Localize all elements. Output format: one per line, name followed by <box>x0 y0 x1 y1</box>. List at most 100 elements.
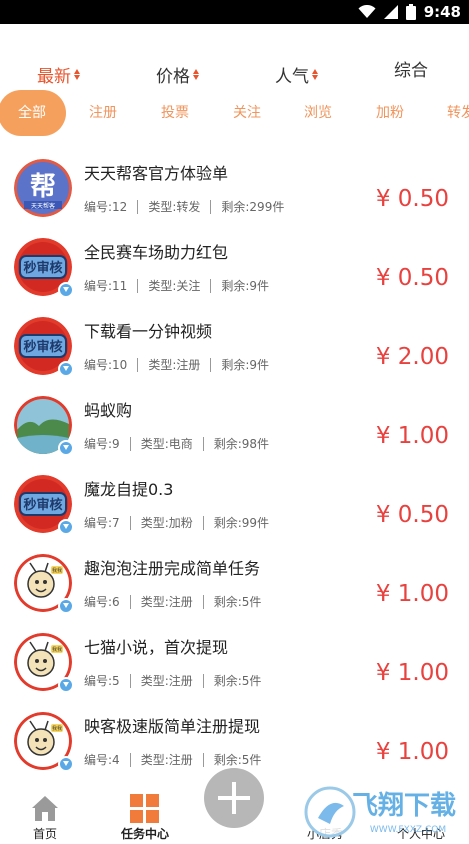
bang-logo-avatar: 帮天天帮客 <box>14 159 72 217</box>
task-type: 类型:注册 <box>140 753 193 767</box>
task-price: ¥ 0.50 <box>375 265 449 291</box>
task-remaining: 剩余:5件 <box>213 595 262 609</box>
task-meta: 编号:12 类型:转发 剩余:299件 <box>84 198 284 215</box>
task-meta: 编号:6 类型:注册 剩余:5件 <box>84 593 261 610</box>
bee-tag-text: 我我 <box>52 725 62 732</box>
nav-task-center[interactable]: 任务中心 <box>100 786 190 844</box>
task-price: ¥ 1.00 <box>375 660 449 686</box>
tab-add-fans[interactable]: 加粉 <box>375 90 405 136</box>
nav-home-label: 首页 <box>32 827 57 841</box>
bang-logo-subtext: 天天帮客 <box>31 202 55 210</box>
grid-icon <box>130 794 159 823</box>
task-id: 编号:10 <box>84 358 128 372</box>
miao-text: 秒审核 <box>23 497 62 513</box>
task-type: 类型:关注 <box>148 279 201 293</box>
wifi-icon <box>358 5 376 18</box>
task-meta: 编号:4 类型:注册 剩余:5件 <box>84 751 261 768</box>
sort-popularity[interactable]: 人气 <box>275 62 318 87</box>
tab-browse[interactable]: 浏览 <box>303 90 333 136</box>
watermark-text: 飞翔下载 <box>352 791 456 821</box>
task-row[interactable]: 我我 七猫小说，首次提现 编号:5 类型:注册 剩余:5件 ¥ 1.00 <box>0 620 469 699</box>
task-remaining: 剩余:5件 <box>213 753 262 767</box>
diamond-badge-icon <box>58 677 74 693</box>
sort-price[interactable]: 价格 <box>156 62 199 87</box>
sort-arrows-icon <box>74 69 80 80</box>
task-type: 类型:加粉 <box>140 516 193 530</box>
task-price: ¥ 1.00 <box>375 581 449 607</box>
site-watermark: 飞翔下载 WWW.FXXZ.COM <box>300 780 469 844</box>
task-title: 蚂蚁购 <box>84 401 133 420</box>
task-price: ¥ 2.00 <box>375 344 449 370</box>
task-row[interactable]: 我我 映客极速版简单注册提现 编号:4 类型:注册 剩余:5件 ¥ 1.00 <box>0 699 469 778</box>
task-title: 七猫小说，首次提现 <box>84 638 229 657</box>
task-id: 编号:6 <box>84 595 120 609</box>
task-type: 类型:电商 <box>140 437 193 451</box>
task-row[interactable]: 秒审核 全民赛车场助力红包 编号:11 类型:关注 剩余:9件 ¥ 0.50 <box>0 225 469 304</box>
home-icon <box>32 796 58 821</box>
task-title: 天天帮客官方体验单 <box>84 164 229 183</box>
category-tabs: 全部 注册 投票 关注 浏览 加粉 转发 <box>0 90 469 136</box>
diamond-badge-icon <box>58 282 74 298</box>
tab-vote[interactable]: 投票 <box>160 90 190 136</box>
task-price: ¥ 0.50 <box>375 186 449 212</box>
task-id: 编号:4 <box>84 753 120 767</box>
nav-task-center-label: 任务中心 <box>120 827 169 841</box>
task-meta: 编号:7 类型:加粉 剩余:99件 <box>84 514 269 531</box>
task-title: 趣泡泡注册完成简单任务 <box>84 559 261 578</box>
task-row[interactable]: 蚂蚁购 编号:9 类型:电商 剩余:98件 ¥ 1.00 <box>0 383 469 462</box>
sort-price-label: 价格 <box>156 67 190 87</box>
task-remaining: 剩余:9件 <box>221 358 270 372</box>
watermark-url: WWW.FXXZ.COM <box>370 825 446 835</box>
signal-icon <box>383 5 398 19</box>
task-meta: 编号:10 类型:注册 剩余:9件 <box>84 356 269 373</box>
task-title: 魔龙自提0.3 <box>84 480 174 499</box>
task-title: 全民赛车场助力红包 <box>84 243 229 262</box>
sort-latest[interactable]: 最新 <box>37 62 80 87</box>
bang-logo-text: 帮 <box>30 172 56 202</box>
sort-arrows-icon <box>312 69 318 80</box>
tab-register[interactable]: 注册 <box>88 90 118 136</box>
battery-icon <box>405 4 416 20</box>
task-type: 类型:注册 <box>140 674 193 688</box>
task-type: 类型:转发 <box>148 200 201 214</box>
task-row[interactable]: 秒审核 下载看一分钟视频 编号:10 类型:注册 剩余:9件 ¥ 2.00 <box>0 304 469 383</box>
task-id: 编号:5 <box>84 674 120 688</box>
sort-arrows-icon <box>193 69 199 80</box>
task-id: 编号:7 <box>84 516 120 530</box>
miao-text: 秒审核 <box>23 260 62 276</box>
tab-all[interactable]: 全部 <box>0 90 66 136</box>
tab-forward[interactable]: 转发 <box>446 90 469 136</box>
sort-bar: 最新 价格 人气 综合 <box>0 52 469 92</box>
task-type: 类型:注册 <box>148 358 201 372</box>
task-id: 编号:11 <box>84 279 128 293</box>
diamond-badge-icon <box>58 756 74 772</box>
status-bar: 9:48 <box>0 0 469 24</box>
diamond-badge-icon <box>58 598 74 614</box>
add-task-button[interactable] <box>204 768 264 828</box>
task-price: ¥ 1.00 <box>375 739 449 765</box>
diamond-badge-icon <box>58 361 74 377</box>
sort-overall[interactable]: 综合 <box>394 56 428 81</box>
task-remaining: 剩余:299件 <box>221 200 285 214</box>
task-id: 编号:9 <box>84 437 120 451</box>
diamond-badge-icon <box>58 440 74 456</box>
sort-latest-label: 最新 <box>37 67 71 87</box>
task-row[interactable]: 帮天天帮客 天天帮客官方体验单 编号:12 类型:转发 剩余:299件 ¥ 0.… <box>0 146 469 225</box>
tab-follow[interactable]: 关注 <box>232 90 262 136</box>
bee-tag-text: 我我 <box>52 646 62 653</box>
task-title: 下载看一分钟视频 <box>84 322 213 341</box>
miao-text: 秒审核 <box>23 339 62 355</box>
status-time: 9:48 <box>423 3 461 21</box>
task-row[interactable]: 我我 趣泡泡注册完成简单任务 编号:6 类型:注册 剩余:5件 ¥ 1.00 <box>0 541 469 620</box>
task-price: ¥ 1.00 <box>375 423 449 449</box>
diamond-badge-icon <box>58 519 74 535</box>
task-meta: 编号:11 类型:关注 剩余:9件 <box>84 277 269 294</box>
task-type: 类型:注册 <box>140 595 193 609</box>
task-remaining: 剩余:9件 <box>221 279 270 293</box>
nav-home[interactable]: 首页 <box>0 786 90 844</box>
sort-popularity-label: 人气 <box>275 67 309 87</box>
task-id: 编号:12 <box>84 200 128 214</box>
task-remaining: 剩余:98件 <box>213 437 270 451</box>
task-title: 映客极速版简单注册提现 <box>84 717 261 736</box>
task-row[interactable]: 秒审核 魔龙自提0.3 编号:7 类型:加粉 剩余:99件 ¥ 0.50 <box>0 462 469 541</box>
